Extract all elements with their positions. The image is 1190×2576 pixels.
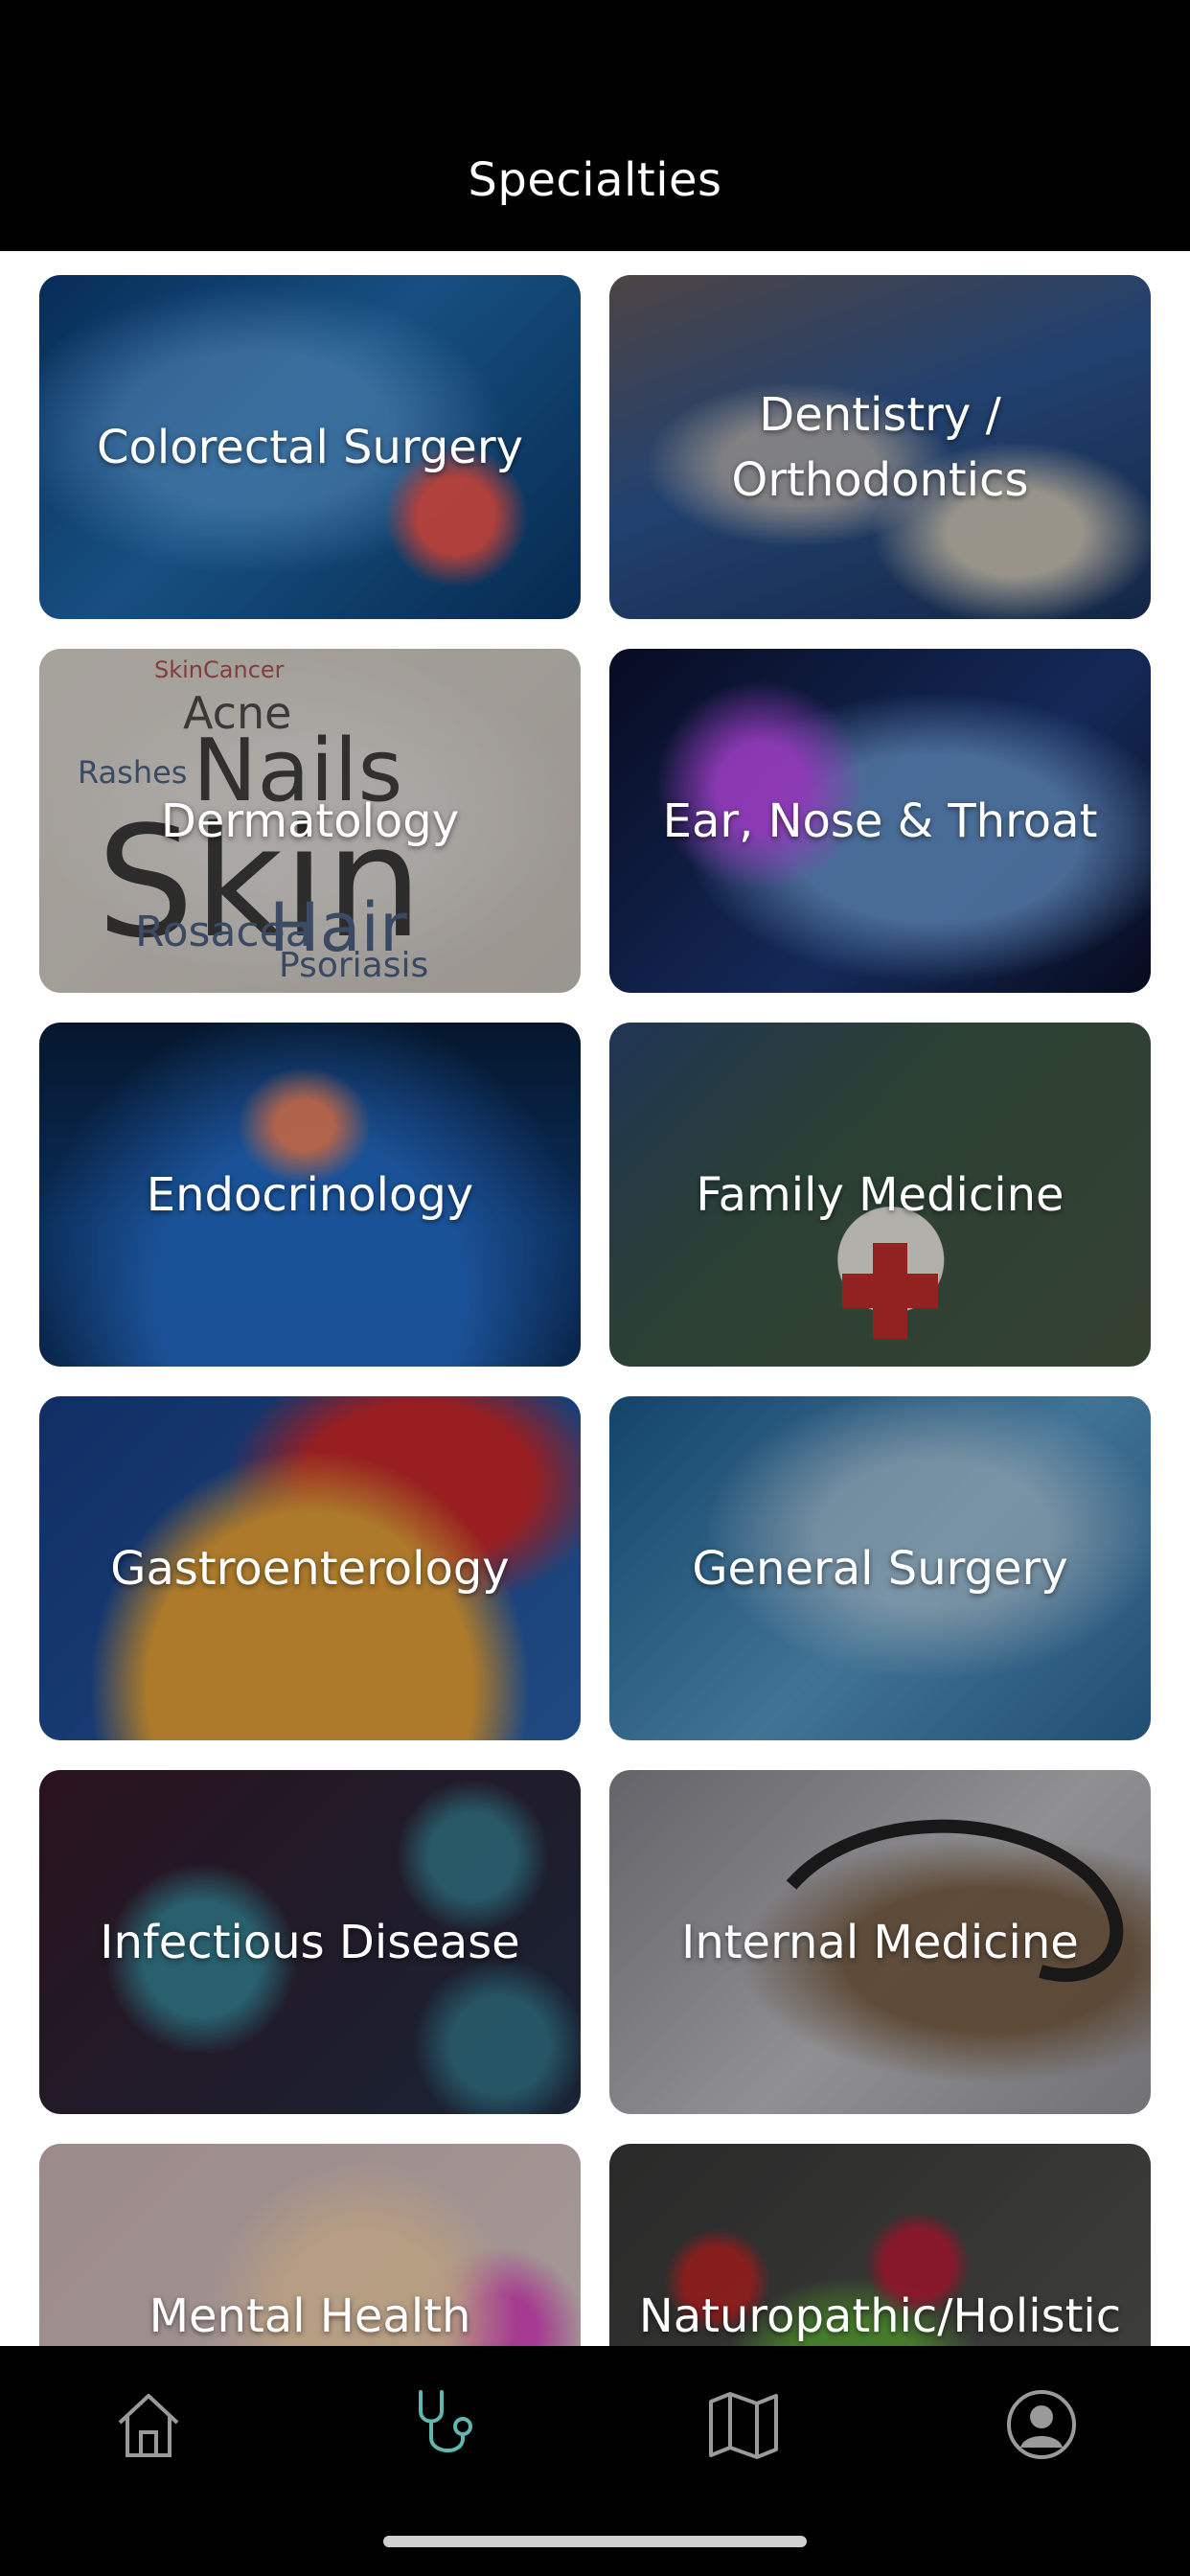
tab-specialties[interactable] (388, 2377, 503, 2472)
tab-map[interactable] (686, 2377, 801, 2472)
specialty-label: Colorectal Surgery (97, 420, 523, 474)
specialty-label: Gastroenterology (110, 1541, 510, 1596)
specialty-card-gastroenterology[interactable]: Gastroenterology (39, 1396, 581, 1740)
specialty-card-mental-health[interactable]: Mental Health (39, 2144, 581, 2346)
specialty-label: Dentistry / Orthodontics (731, 387, 1029, 507)
specialty-card-family-medicine[interactable]: Family Medicine (609, 1023, 1151, 1367)
specialty-label: Internal Medicine (681, 1915, 1079, 1969)
page-title: Specialties (468, 153, 722, 207)
specialties-grid: Colorectal Surgery Dentistry / Orthodont… (39, 275, 1151, 2346)
specialty-label: Dermatology (160, 794, 460, 848)
specialty-label: Naturopathic/Holistic (638, 2288, 1122, 2343)
specialty-card-general-surgery[interactable]: General Surgery (609, 1396, 1151, 1740)
home-icon (118, 2394, 179, 2457)
specialty-card-dentistry[interactable]: Dentistry / Orthodontics (609, 275, 1151, 619)
specialty-card-ent[interactable]: Ear, Nose & Throat (609, 649, 1151, 993)
map-icon (709, 2392, 778, 2459)
specialties-list[interactable]: Colorectal Surgery Dentistry / Orthodont… (0, 251, 1190, 2346)
specialty-card-dermatology[interactable]: Acne Nails Skin Hair Rosacea Psoriasis R… (39, 649, 581, 993)
home-indicator[interactable] (383, 2536, 807, 2547)
specialty-card-endocrinology[interactable]: Endocrinology (39, 1023, 581, 1367)
tab-profile[interactable] (984, 2377, 1099, 2472)
specialty-label: Ear, Nose & Throat (662, 794, 1098, 848)
specialty-card-colorectal-surgery[interactable]: Colorectal Surgery (39, 275, 581, 619)
header: Specialties (0, 0, 1190, 251)
specialty-label: Mental Health (149, 2288, 471, 2343)
specialty-card-infectious-disease[interactable]: Infectious Disease (39, 1770, 581, 2114)
specialty-label: General Surgery (692, 1541, 1068, 1596)
specialty-label: Family Medicine (696, 1167, 1064, 1222)
specialty-card-naturopathic[interactable]: Naturopathic/Holistic (609, 2144, 1151, 2346)
specialty-label: Endocrinology (146, 1167, 474, 1222)
specialty-card-internal-medicine[interactable]: Internal Medicine (609, 1770, 1151, 2114)
specialty-label: Infectious Disease (100, 1915, 520, 1969)
tab-home[interactable] (91, 2377, 206, 2472)
stethoscope-icon (419, 2390, 472, 2452)
profile-icon (1007, 2390, 1076, 2459)
